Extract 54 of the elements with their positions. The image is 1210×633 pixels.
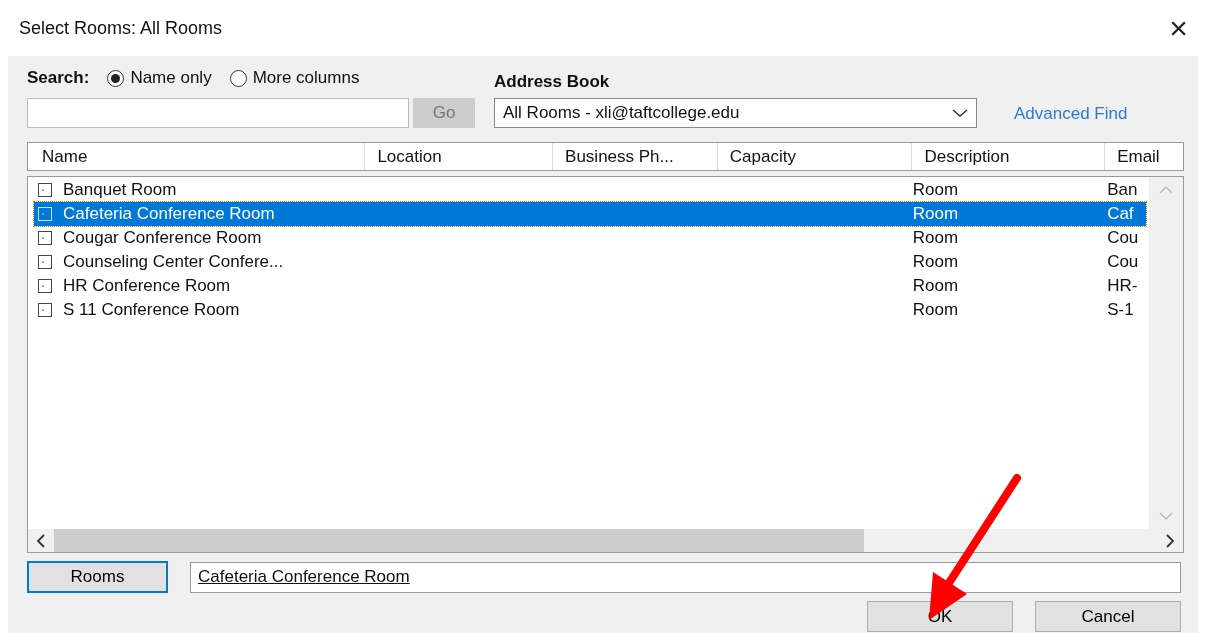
rooms-button[interactable]: Rooms xyxy=(27,561,168,593)
address-book-label: Address Book xyxy=(494,72,611,92)
window-title: Select Rooms: All Rooms xyxy=(19,17,223,39)
description-cell: Room xyxy=(912,252,959,271)
room-name: Counseling Center Confere... xyxy=(63,252,284,272)
advanced-find-link[interactable]: Advanced Find xyxy=(1014,104,1128,124)
table-row[interactable]: Banquet Room Room Ban xyxy=(34,178,1146,202)
checkbox-icon xyxy=(38,207,52,221)
checkbox-icon xyxy=(38,183,52,197)
description-cell: Room xyxy=(912,228,959,247)
room-name: HR Conference Room xyxy=(63,276,231,296)
scroll-right-icon[interactable] xyxy=(1165,533,1175,548)
address-book-dropdown[interactable]: All Rooms - xli@taftcollege.edu xyxy=(494,98,977,128)
rooms-field[interactable]: Cafeteria Conference Room xyxy=(190,561,1181,593)
room-name: Cougar Conference Room xyxy=(63,228,262,248)
search-label: Search: xyxy=(27,68,90,88)
scroll-down-icon[interactable] xyxy=(1159,512,1173,521)
checkbox-icon xyxy=(38,303,52,317)
checkbox-icon xyxy=(38,255,52,269)
table-row[interactable]: S 11 Conference Room Room S-1 xyxy=(34,298,1146,322)
table-row[interactable]: Counseling Center Confere... Room Cou xyxy=(34,250,1146,274)
dialog-button[interactable]: Cancel xyxy=(1035,601,1181,632)
description-cell: Room xyxy=(912,204,959,223)
table-row[interactable]: HR Conference Room Room HR- xyxy=(34,274,1146,298)
description-cell: Room xyxy=(912,276,959,295)
checkbox-icon xyxy=(38,279,52,293)
column-header[interactable]: Description xyxy=(912,143,1106,170)
room-name: S 11 Conference Room xyxy=(63,300,240,320)
search-field[interactable] xyxy=(27,98,409,128)
room-name: Banquet Room xyxy=(63,180,177,200)
column-header[interactable]: Capacity xyxy=(717,143,913,170)
checkbox-icon xyxy=(38,231,52,245)
column-header[interactable]: Email xyxy=(1105,143,1183,170)
scroll-up-icon[interactable] xyxy=(1159,185,1173,194)
column-header[interactable]: Business Ph... xyxy=(553,143,718,170)
description-cell: Room xyxy=(912,300,959,319)
scrollbar-thumb[interactable] xyxy=(54,529,864,552)
email-cell: Caf xyxy=(1107,204,1134,223)
table-row[interactable]: Cougar Conference Room Room Cou xyxy=(34,226,1146,250)
chevron-down-icon xyxy=(952,108,968,118)
room-name: Cafeteria Conference Room xyxy=(63,204,275,224)
email-cell: Ban xyxy=(1107,180,1138,199)
description-cell: Room xyxy=(912,180,959,199)
email-cell: Cou xyxy=(1107,228,1139,247)
scroll-left-icon[interactable] xyxy=(36,533,46,548)
radio-option[interactable]: More columns xyxy=(229,68,360,88)
email-cell: Cou xyxy=(1107,252,1139,271)
radio-option[interactable]: Name only xyxy=(107,68,212,88)
email-cell: HR- xyxy=(1107,276,1138,295)
table-row[interactable]: Cafeteria Conference Room Room Caf xyxy=(34,202,1146,226)
email-cell: S-1 xyxy=(1107,300,1134,319)
close-button[interactable]: × xyxy=(1165,9,1192,47)
column-header[interactable]: Name xyxy=(28,143,366,170)
column-header[interactable]: Location xyxy=(365,143,554,170)
